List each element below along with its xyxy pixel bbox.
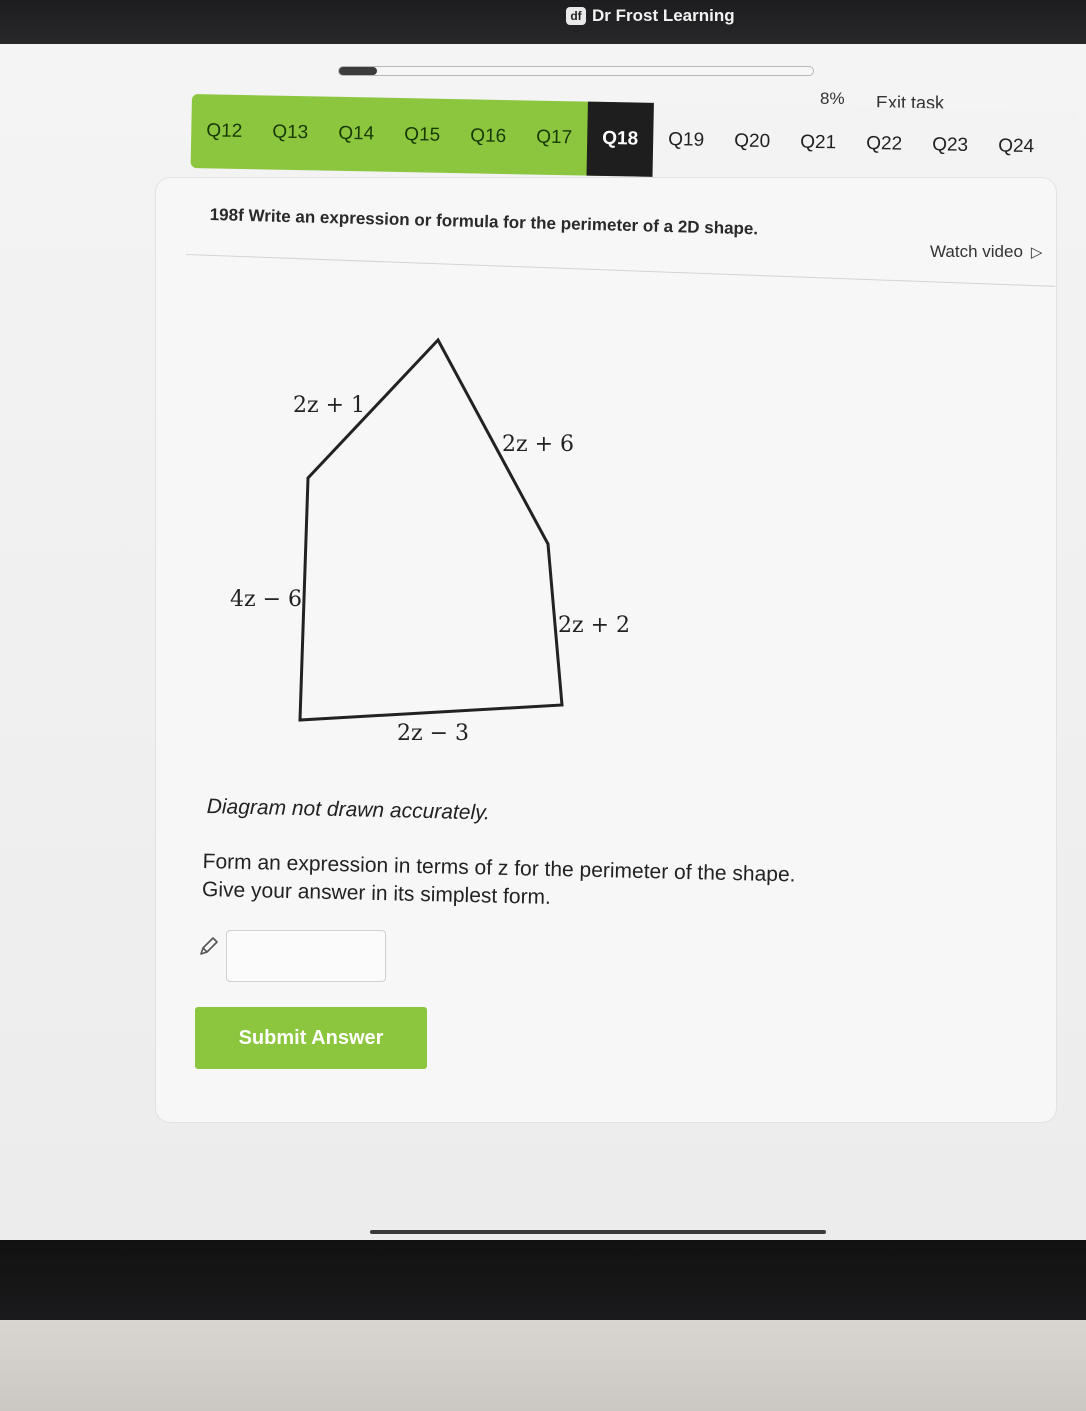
pencil-icon (200, 937, 218, 955)
play-icon: ▷ (1030, 244, 1043, 261)
tab-q13[interactable]: Q13 (257, 95, 324, 170)
tab-q22[interactable]: Q22 (850, 107, 917, 182)
brand: df Dr Frost Learning (566, 4, 735, 28)
progress-fill (339, 67, 377, 75)
brand-name: Dr Frost Learning (592, 6, 735, 25)
pentagon-diagram: 2z + 1 2z + 6 4z − 6 2z + 2 2z − 3 (230, 337, 630, 746)
label-left: 4z − 6 (230, 587, 302, 612)
tab-q16[interactable]: Q16 (455, 99, 522, 174)
label-bottom: 2z − 3 (397, 721, 469, 746)
tab-q19[interactable]: Q19 (652, 103, 719, 178)
label-top-right: 2z + 6 (502, 432, 574, 457)
tab-q15[interactable]: Q15 (389, 98, 456, 173)
brand-logo-icon: df (566, 7, 586, 25)
answer-input[interactable] (226, 930, 386, 982)
tab-q23[interactable]: Q23 (916, 108, 983, 183)
watch-video-button[interactable]: Watch video ▷ (930, 242, 1042, 262)
screen-bottom-line (370, 1230, 826, 1234)
label-top-left: 2z + 1 (293, 393, 365, 418)
tab-q24[interactable]: Q24 (982, 109, 1049, 184)
watch-video-label: Watch video (930, 242, 1023, 261)
desk-surface (0, 1320, 1086, 1411)
tab-q14[interactable]: Q14 (323, 97, 390, 172)
tab-q12[interactable]: Q12 (191, 94, 258, 169)
tab-q17[interactable]: Q17 (521, 100, 588, 175)
tab-q21[interactable]: Q21 (784, 105, 851, 180)
submit-answer-button[interactable]: Submit Answer (195, 1007, 427, 1069)
label-right: 2z + 2 (558, 613, 630, 638)
tab-q18[interactable]: Q18 (586, 101, 654, 177)
progress-bar (338, 66, 814, 76)
tab-q20[interactable]: Q20 (718, 104, 785, 179)
